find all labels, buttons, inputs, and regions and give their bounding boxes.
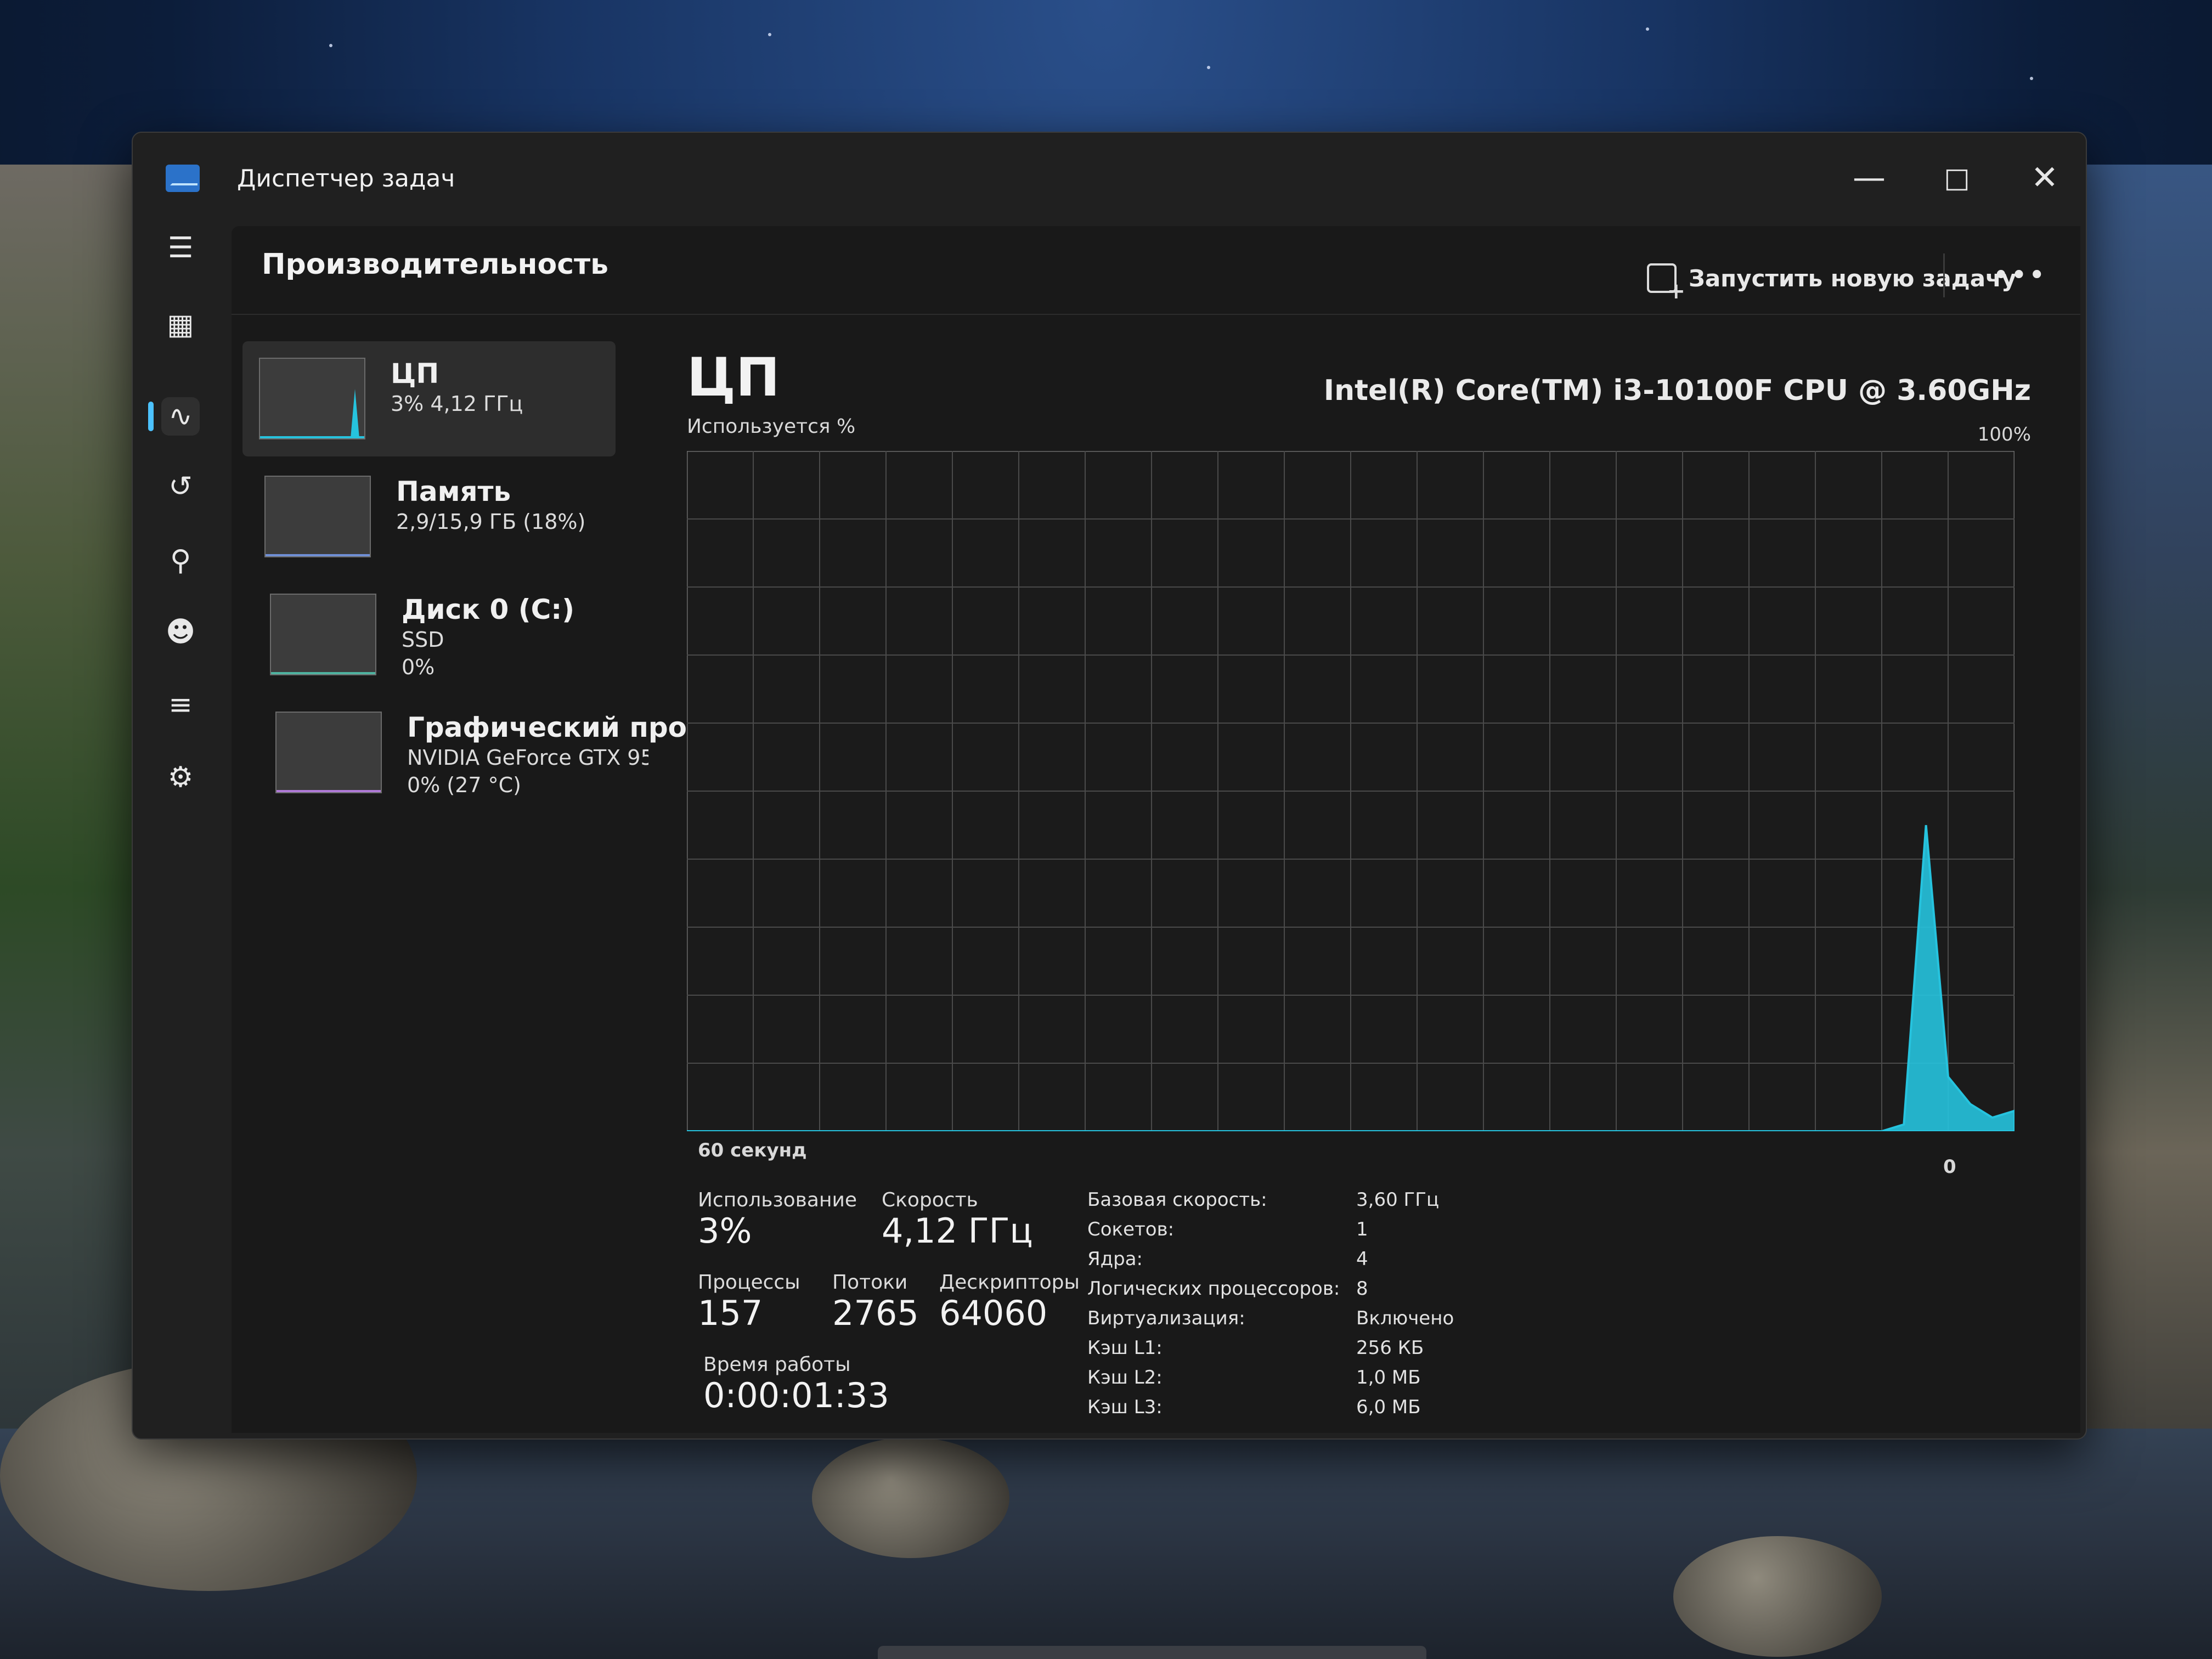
spec-key: Логических процессоров:: [1087, 1278, 1340, 1300]
maximize-button[interactable]: □: [1932, 156, 1982, 200]
axis-max-label: 100%: [1977, 424, 2031, 445]
device-detail-2: 0%: [402, 655, 435, 679]
nav-sidebar: ☰ ▦ ∿ ↺ ⚲ ☻ ≡ ⚙: [133, 226, 226, 1433]
device-name: ЦП: [391, 358, 439, 390]
uptime-value: 0:00:01:33: [703, 1375, 889, 1415]
header-divider: [1943, 253, 1945, 297]
speed-value: 4,12 ГГц: [882, 1211, 1033, 1251]
close-button[interactable]: ✕: [2020, 156, 2069, 200]
handles-label: Дескрипторы: [939, 1271, 1080, 1294]
mini-graph-gpu: [275, 712, 382, 793]
details-icon[interactable]: ≡: [161, 686, 200, 724]
mini-graph-memory: [264, 476, 371, 557]
usage-label: Использование: [698, 1189, 857, 1211]
wallpaper-rock: [812, 1437, 1009, 1558]
threads-value: 2765: [832, 1293, 919, 1333]
device-name: Диск 0 (C:): [402, 594, 575, 625]
services-icon[interactable]: ⚙: [161, 758, 200, 797]
spec-value: 3,60 ГГц: [1356, 1189, 1440, 1211]
device-detail-2: 0% (27 °C): [407, 773, 521, 797]
taskbar-edge: [878, 1646, 1426, 1659]
wallpaper-star: [1207, 66, 1210, 69]
startup-apps-icon[interactable]: ⚲: [161, 541, 200, 580]
hamburger-menu-icon[interactable]: ☰: [161, 229, 200, 267]
device-detail: SSD: [402, 628, 444, 652]
cpu-title: ЦП: [687, 347, 780, 408]
cpu-stats: Использование 3% Скорость 4,12 ГГц Проце…: [698, 1189, 2042, 1430]
spec-value: 8: [1356, 1278, 1368, 1300]
spec-value: 256 КБ: [1356, 1337, 1424, 1359]
header-separator: [232, 314, 2080, 315]
performance-icon[interactable]: ∿: [161, 397, 200, 436]
title-bar[interactable]: Диспетчер задач — □ ✕: [133, 133, 2086, 226]
run-new-task-button[interactable]: Запустить новую задачу: [1647, 259, 2017, 304]
usage-value: 3%: [698, 1211, 752, 1251]
wallpaper-rock: [1673, 1536, 1882, 1657]
spec-key: Кэш L3:: [1087, 1396, 1163, 1418]
handles-value: 64060: [939, 1293, 1048, 1333]
spec-value: 6,0 МБ: [1356, 1396, 1421, 1418]
spec-value: 1,0 МБ: [1356, 1367, 1421, 1389]
new-task-icon: [1647, 263, 1685, 304]
page-title: Производительность: [262, 248, 609, 281]
spec-key: Виртуализация:: [1087, 1307, 1245, 1329]
spec-value: Включено: [1356, 1307, 1454, 1329]
device-item-disk[interactable]: Диск 0 (C:) SSD 0%: [253, 577, 692, 692]
cpu-usage-graph: [687, 451, 2015, 1131]
wallpaper-star: [2030, 77, 2033, 80]
axis-zero-label: 0: [1943, 1156, 1956, 1178]
spec-key: Базовая скорость:: [1087, 1189, 1267, 1211]
mini-graph-line: [271, 672, 375, 674]
main-content: Производительность Запустить новую задач…: [232, 226, 2080, 1433]
device-name: Память: [396, 476, 511, 507]
device-list: ЦП 3% 4,12 ГГц Память 2,9/15,9 ГБ (18%) …: [237, 341, 687, 813]
mini-graph-disk: [270, 594, 376, 675]
performance-panel: ЦП Intel(R) Core(TM) i3-10100F CPU @ 3.6…: [681, 341, 2053, 1427]
wallpaper-star: [329, 44, 332, 47]
cpu-usage-chart: [687, 451, 2015, 1131]
uptime-label: Время работы: [703, 1353, 851, 1376]
processes-label: Процессы: [698, 1271, 800, 1294]
spec-value: 1: [1356, 1218, 1368, 1240]
app-history-icon[interactable]: ↺: [161, 467, 200, 506]
device-detail: 2,9/15,9 ГБ (18%): [396, 510, 586, 534]
users-icon[interactable]: ☻: [161, 613, 200, 651]
wallpaper-star: [768, 33, 771, 36]
spec-key: Кэш L1:: [1087, 1337, 1163, 1359]
run-new-task-label: Запустить новую задачу: [1689, 264, 2017, 292]
mini-graph-line: [260, 436, 364, 438]
nav-active-indicator: [148, 402, 154, 431]
device-item-memory[interactable]: Память 2,9/15,9 ГБ (18%): [248, 459, 687, 574]
spec-key: Кэш L2:: [1087, 1367, 1163, 1389]
minimize-button[interactable]: —: [1844, 156, 1894, 200]
spec-value: 4: [1356, 1248, 1368, 1270]
more-options-button[interactable]: •••: [1993, 259, 2046, 292]
device-item-cpu[interactable]: ЦП 3% 4,12 ГГц: [242, 341, 616, 456]
cpu-model: Intel(R) Core(TM) i3-10100F CPU @ 3.60GH…: [1323, 374, 2031, 407]
spec-key: Ядра:: [1087, 1248, 1143, 1270]
mini-graph-spike: [351, 389, 359, 438]
time-axis-label: 60 секунд: [698, 1139, 807, 1161]
window-title: Диспетчер задач: [237, 165, 455, 193]
processes-value: 157: [698, 1293, 763, 1333]
device-detail: NVIDIA GeForce GTX 95(: [407, 746, 648, 770]
spec-key: Сокетов:: [1087, 1218, 1175, 1240]
device-name: Графический про: [407, 712, 687, 743]
device-detail: 3% 4,12 ГГц: [391, 392, 523, 416]
mini-graph-cpu: [259, 358, 365, 439]
speed-label: Скорость: [882, 1189, 978, 1211]
threads-label: Потоки: [832, 1271, 908, 1294]
mini-graph-line: [276, 790, 381, 792]
device-item-gpu[interactable]: Графический про NVIDIA GeForce GTX 95( 0…: [259, 695, 698, 810]
task-manager-window: Диспетчер задач — □ ✕ ☰ ▦ ∿ ↺ ⚲ ☻ ≡ ⚙ ⚙ …: [132, 132, 2087, 1440]
task-manager-icon: [166, 165, 200, 192]
utilization-label: Используется %: [687, 415, 856, 438]
processes-icon[interactable]: ▦: [161, 306, 200, 344]
wallpaper-star: [1646, 27, 1649, 31]
mini-graph-line: [266, 554, 370, 556]
